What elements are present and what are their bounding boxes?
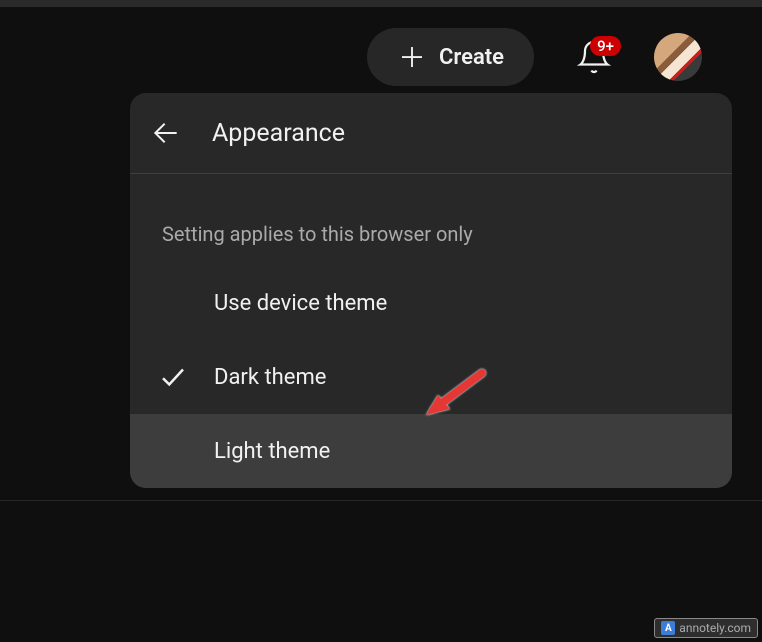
divider	[0, 500, 762, 501]
notification-badge: 9+	[590, 36, 621, 56]
theme-option-device[interactable]: Use device theme	[130, 266, 732, 340]
theme-option-dark[interactable]: Dark theme	[130, 340, 732, 414]
theme-option-light[interactable]: Light theme	[130, 414, 732, 488]
app-header: Create 9+	[0, 7, 762, 107]
plus-icon	[397, 42, 427, 72]
check-icon	[158, 362, 188, 392]
popup-hint: Setting applies to this browser only	[130, 174, 732, 266]
watermark-logo-icon: A	[661, 621, 675, 635]
theme-option-label: Use device theme	[214, 291, 387, 316]
watermark: A annotely.com	[654, 618, 758, 638]
check-slot	[158, 362, 188, 392]
avatar[interactable]	[654, 33, 702, 81]
check-slot	[158, 288, 188, 318]
window-top-strip	[0, 0, 762, 7]
popup-title: Appearance	[212, 119, 345, 148]
theme-option-label: Dark theme	[214, 365, 326, 390]
watermark-text: annotely.com	[679, 621, 751, 635]
notifications-button[interactable]: 9+	[564, 27, 624, 87]
theme-option-label: Light theme	[214, 439, 330, 464]
check-slot	[158, 436, 188, 466]
create-button[interactable]: Create	[367, 28, 534, 86]
back-arrow-icon[interactable]	[150, 117, 182, 149]
create-button-label: Create	[439, 45, 504, 70]
popup-header: Appearance	[130, 93, 732, 174]
appearance-popup: Appearance Setting applies to this brows…	[130, 93, 732, 488]
